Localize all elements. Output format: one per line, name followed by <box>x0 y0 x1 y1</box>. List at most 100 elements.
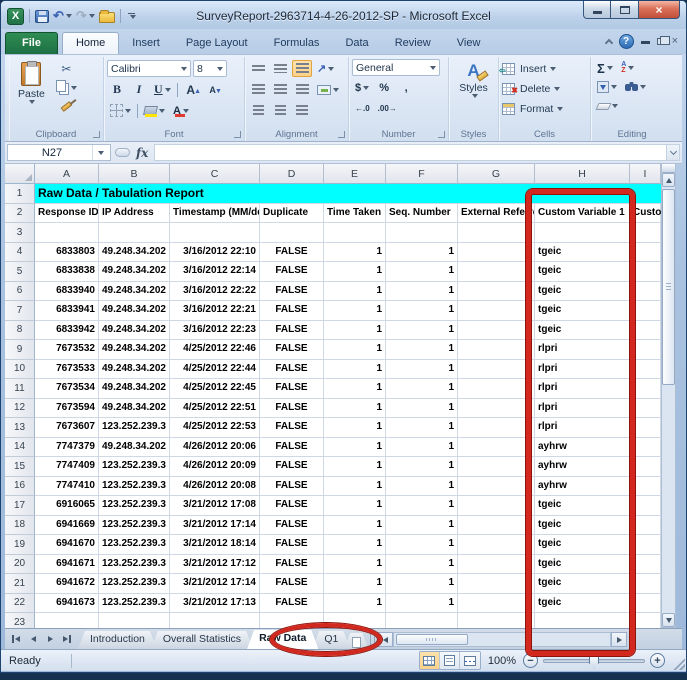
cell-G15[interactable] <box>458 457 535 477</box>
column-header-H[interactable]: H <box>535 164 630 184</box>
cell-A20[interactable]: 6941671 <box>35 555 99 575</box>
paste-button[interactable]: Paste <box>12 58 51 128</box>
cell-A12[interactable]: 7673594 <box>35 399 99 419</box>
zoom-level[interactable]: 100% <box>488 655 516 667</box>
cell-B17[interactable]: 123.252.239.3 <box>99 496 170 516</box>
cell-A23[interactable] <box>35 613 99 628</box>
zoom-slider-thumb[interactable] <box>589 655 599 669</box>
font-size-select[interactable]: 8 <box>193 60 227 77</box>
format-cells-button[interactable]: Format <box>502 100 587 117</box>
ribbon-tab-review[interactable]: Review <box>382 33 444 54</box>
cell-F20[interactable]: 1 <box>386 555 458 575</box>
cell-B6[interactable]: 49.248.34.202 <box>99 282 170 302</box>
cell-B13[interactable]: 123.252.239.3 <box>99 418 170 438</box>
italic-button[interactable]: I <box>129 81 149 98</box>
cell-B4[interactable]: 49.248.34.202 <box>99 243 170 263</box>
font-name-select[interactable]: Calibri <box>107 60 191 77</box>
cell-G5[interactable] <box>458 262 535 282</box>
cell-A3[interactable] <box>35 223 99 243</box>
wrap-text-button[interactable] <box>292 102 312 119</box>
cell-A15[interactable]: 7747409 <box>35 457 99 477</box>
maximize-button[interactable] <box>611 1 638 19</box>
cell-E11[interactable]: 1 <box>324 379 386 399</box>
cell-F8[interactable]: 1 <box>386 321 458 341</box>
first-sheet-button[interactable] <box>8 631 24 647</box>
cell-C10[interactable]: 4/25/2012 22:44 <box>170 360 260 380</box>
cell-F5[interactable]: 1 <box>386 262 458 282</box>
cell-C20[interactable]: 3/21/2012 17:12 <box>170 555 260 575</box>
cell-B20[interactable]: 123.252.239.3 <box>99 555 170 575</box>
cell-A19[interactable]: 6941670 <box>35 535 99 555</box>
cell-B22[interactable]: 123.252.239.3 <box>99 594 170 614</box>
cell-B11[interactable]: 49.248.34.202 <box>99 379 170 399</box>
cell-F23[interactable] <box>386 613 458 628</box>
dialog-launcher-icon[interactable] <box>438 131 445 138</box>
cell-C17[interactable]: 3/21/2012 17:08 <box>170 496 260 516</box>
cell-D4[interactable]: FALSE <box>260 243 324 263</box>
cell-D12[interactable]: FALSE <box>260 399 324 419</box>
cell-C19[interactable]: 3/21/2012 18:14 <box>170 535 260 555</box>
column-header-E[interactable]: E <box>324 164 386 184</box>
cell-B2[interactable]: IP Address <box>99 204 170 224</box>
cell-G3[interactable] <box>458 223 535 243</box>
cell-B21[interactable]: 123.252.239.3 <box>99 574 170 594</box>
cell-A22[interactable]: 6941673 <box>35 594 99 614</box>
cell-D19[interactable]: FALSE <box>260 535 324 555</box>
scroll-up-button[interactable] <box>662 173 675 187</box>
cell-D20[interactable]: FALSE <box>260 555 324 575</box>
row-header-8[interactable]: 8 <box>5 321 35 341</box>
cell-F14[interactable]: 1 <box>386 438 458 458</box>
row-header-17[interactable]: 17 <box>5 496 35 516</box>
row-header-23[interactable]: 23 <box>5 613 35 628</box>
cell-B14[interactable]: 49.248.34.202 <box>99 438 170 458</box>
cell-C23[interactable] <box>170 613 260 628</box>
cell-A11[interactable]: 7673534 <box>35 379 99 399</box>
cell-D11[interactable]: FALSE <box>260 379 324 399</box>
cell-C13[interactable]: 4/25/2012 22:53 <box>170 418 260 438</box>
cell-C22[interactable]: 3/21/2012 17:13 <box>170 594 260 614</box>
normal-view-button[interactable] <box>420 652 440 669</box>
column-header-G[interactable]: G <box>458 164 535 184</box>
sort-filter-button[interactable]: AZ <box>618 60 638 77</box>
sheet-tab-overall-statistics[interactable]: Overall Statistics <box>151 631 253 649</box>
cell-E15[interactable]: 1 <box>324 457 386 477</box>
cell-E6[interactable]: 1 <box>324 282 386 302</box>
bottom-align-button[interactable] <box>292 60 312 77</box>
column-header-A[interactable]: A <box>35 164 99 184</box>
increase-indent-button[interactable] <box>270 102 290 119</box>
cell-C4[interactable]: 3/16/2012 22:10 <box>170 243 260 263</box>
cell-G7[interactable] <box>458 301 535 321</box>
cell-A2[interactable]: Response ID <box>35 204 99 224</box>
cell-D18[interactable]: FALSE <box>260 516 324 536</box>
cell-C15[interactable]: 4/26/2012 20:09 <box>170 457 260 477</box>
cell-D16[interactable]: FALSE <box>260 477 324 497</box>
expand-formula-bar-button[interactable] <box>666 144 680 161</box>
cell-E16[interactable]: 1 <box>324 477 386 497</box>
cell-D8[interactable]: FALSE <box>260 321 324 341</box>
align-center-button[interactable] <box>270 81 290 98</box>
cell-E5[interactable]: 1 <box>324 262 386 282</box>
cell-D3[interactable] <box>260 223 324 243</box>
cell-F22[interactable]: 1 <box>386 594 458 614</box>
split-handle[interactable] <box>662 164 675 173</box>
cell-A7[interactable]: 6833941 <box>35 301 99 321</box>
cell-B15[interactable]: 123.252.239.3 <box>99 457 170 477</box>
workbook-restore-icon[interactable] <box>657 38 665 45</box>
grow-font-button[interactable]: A▲ <box>181 81 201 98</box>
ribbon-tab-view[interactable]: View <box>444 33 494 54</box>
row-header-2[interactable]: 2 <box>5 204 35 224</box>
zoom-slider[interactable] <box>543 659 645 663</box>
dialog-launcher-icon[interactable] <box>338 131 345 138</box>
row-header-19[interactable]: 19 <box>5 535 35 555</box>
cell-G11[interactable] <box>458 379 535 399</box>
cell-B12[interactable]: 49.248.34.202 <box>99 399 170 419</box>
cell-D17[interactable]: FALSE <box>260 496 324 516</box>
cell-F18[interactable]: 1 <box>386 516 458 536</box>
percent-button[interactable]: % <box>374 79 394 96</box>
column-header-B[interactable]: B <box>99 164 170 184</box>
increase-decimal-button[interactable]: ←.0 <box>352 100 373 117</box>
cell-G14[interactable] <box>458 438 535 458</box>
fill-button[interactable] <box>594 79 620 96</box>
cell-C11[interactable]: 4/25/2012 22:45 <box>170 379 260 399</box>
cell-D13[interactable]: FALSE <box>260 418 324 438</box>
